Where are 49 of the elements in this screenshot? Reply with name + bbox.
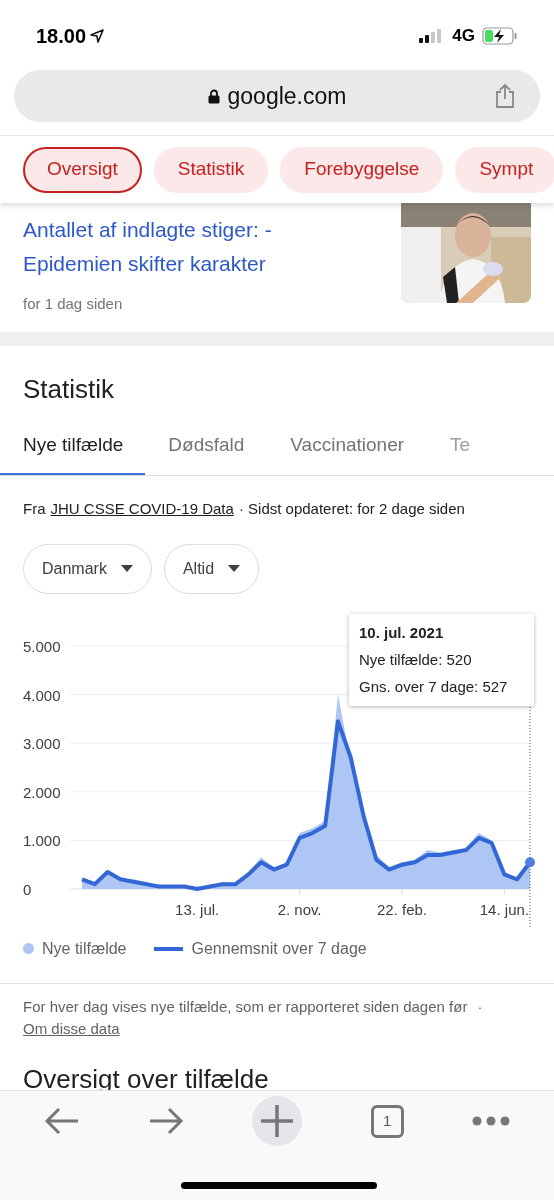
source-prefix: Fra [23,499,46,519]
forward-icon[interactable] [148,1106,185,1136]
more-icon[interactable] [471,1116,510,1126]
y-axis-label: 2.000 [23,783,61,801]
source-link[interactable]: JHU CSSE COVID-19 Data [50,498,234,521]
section-title: Statistik [22,373,116,406]
stat-tab[interactable]: Dødsfald [145,418,268,475]
filter-dropdown[interactable]: Danmark [23,543,152,594]
tooltip-date: 10. jul. 2021 [359,622,445,643]
caret-icon [228,565,241,572]
legend-label: Nye tilfælde [42,938,127,959]
y-axis-label: 4.000 [23,686,61,704]
y-axis-label: 0 [23,880,32,898]
news-headline-link[interactable]: Antallet af indlagte stiger: - Epidemien skifter karakter [23,213,323,281]
caret-icon [120,565,133,572]
network-label: 4G [452,25,475,48]
stat-tab[interactable]: Nye tilfælde [0,418,146,475]
hover-point [525,856,535,867]
x-axis-label: 2. nov. [277,900,322,918]
status-time: 18.00 [36,24,87,49]
tab-count-button[interactable]: 1 [370,1104,404,1138]
new-tab-button[interactable] [252,1096,303,1146]
battery-charging-icon [482,27,518,45]
y-axis-label: 1.000 [23,831,61,849]
x-axis-label: 14. jun. [479,900,529,918]
section-title: Oversigt over tilfælde [23,1062,270,1096]
news-age: for 1 dag siden [23,294,124,314]
lock-icon [207,88,220,104]
y-axis-label: 3.000 [23,734,61,752]
address-bar[interactable]: google.com [14,70,540,122]
category-chip[interactable]: Statistik [153,146,269,193]
plus-icon [260,1104,295,1138]
share-icon[interactable] [494,83,516,109]
x-axis-label: 13. jul. [175,900,220,918]
x-axis-label: 22. feb. [377,900,427,918]
category-chip[interactable]: Forebyggelse [280,146,444,193]
category-chip[interactable]: Sympt [455,146,554,193]
about-data-link[interactable]: Om disse data [23,1019,120,1037]
category-chip[interactable]: Oversigt [23,146,142,193]
stat-tab[interactable]: Vaccinationer [267,418,428,475]
back-icon[interactable] [44,1106,81,1136]
url-text: google.com [227,81,347,111]
tooltip-value: Gns. over 7 dage: 527 [359,676,509,697]
tooltip-value: Nye tilfælde: 520 [359,649,473,670]
location-arrow-icon [90,29,105,43]
update-note: · Sidst opdateret: for 2 dage siden [238,499,465,519]
footnote-text: For hver dag vises nye tilfælde, som er rapporteret siden dagen før · Om disse data [23,996,484,1039]
legend-label: Gennemsnit over 7 dage [191,938,367,959]
y-axis-label: 5.000 [23,637,61,655]
